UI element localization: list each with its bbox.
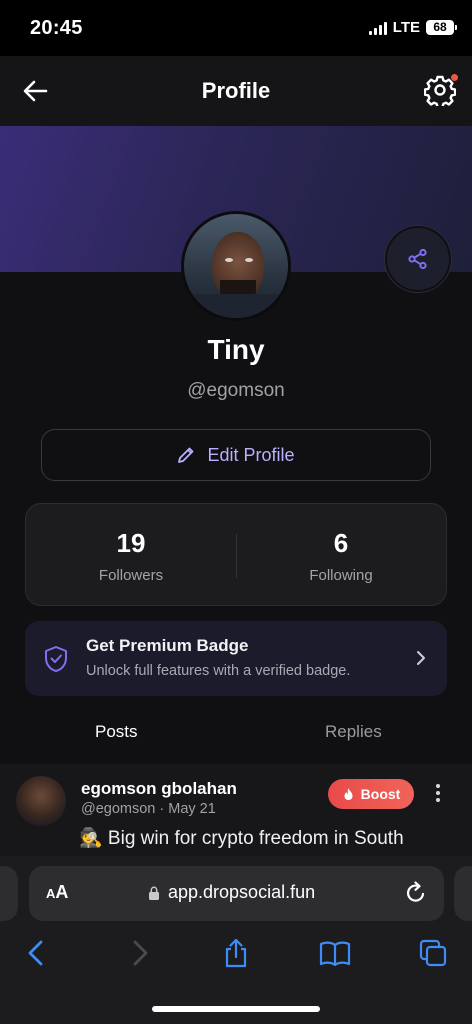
home-indicator[interactable]	[152, 1006, 320, 1012]
post-author[interactable]: egomson gbolahan	[81, 779, 237, 799]
post-avatar[interactable]	[16, 776, 66, 826]
battery-icon: 68	[426, 20, 457, 35]
premium-title: Get Premium Badge	[86, 636, 249, 655]
status-time: 20:45	[30, 17, 83, 39]
text-size-button[interactable]: AA	[46, 882, 68, 903]
profile-name: Tiny	[207, 334, 265, 365]
previous-tab-peek[interactable]	[0, 866, 18, 921]
lock-icon	[149, 886, 159, 900]
status-indicators: LTE 68	[368, 19, 457, 36]
reload-icon[interactable]	[404, 880, 428, 906]
shield-check-icon	[45, 646, 67, 672]
next-tab-peek[interactable]	[454, 866, 472, 921]
profile-tabs: Posts Replies	[0, 708, 472, 768]
back-chevron-icon[interactable]	[22, 938, 52, 968]
bookmarks-icon[interactable]	[319, 938, 351, 968]
following-label: Following	[309, 567, 373, 584]
following-stat[interactable]: 6 Following	[236, 504, 446, 605]
post-text: 🕵️ Big win for crypto freedom in South	[79, 828, 404, 849]
flame-icon	[344, 788, 353, 800]
post-meta: @egomson · May 21	[81, 801, 216, 817]
share-icon	[408, 248, 427, 270]
boost-button[interactable]: Boost	[328, 779, 414, 809]
notification-dot	[451, 74, 458, 81]
tab-replies[interactable]: Replies	[325, 722, 382, 742]
premium-badge-card[interactable]: Get Premium Badge Unlock full features w…	[25, 621, 447, 696]
share-up-icon[interactable]	[221, 938, 251, 968]
more-vertical-icon[interactable]	[432, 782, 444, 804]
browser-nav	[0, 934, 472, 974]
pencil-icon	[178, 447, 194, 463]
edit-profile-button[interactable]: Edit Profile	[41, 429, 431, 481]
premium-subtitle: Unlock full features with a verified bad…	[86, 663, 351, 679]
forward-chevron-icon[interactable]	[124, 938, 154, 968]
followers-stat[interactable]: 19 Followers	[26, 504, 236, 605]
url-text[interactable]: app.dropsocial.fun	[168, 882, 315, 903]
address-bar[interactable]: AA app.dropsocial.fun	[29, 866, 444, 921]
app-header: Profile	[0, 56, 472, 126]
boost-label: Boost	[360, 786, 401, 802]
followers-label: Followers	[98, 567, 164, 584]
browser-toolbar: AA app.dropsocial.fun	[0, 856, 472, 1024]
following-count: 6	[333, 528, 349, 558]
network-label: LTE	[392, 19, 420, 36]
followers-count: 19	[116, 528, 146, 558]
avatar[interactable]	[181, 211, 291, 321]
chevron-right-icon	[417, 651, 425, 665]
tabs-icon[interactable]	[418, 938, 448, 968]
post-item[interactable]: egomson gbolahan @egomson · May 21 Boost…	[0, 764, 472, 856]
signal-icon	[368, 21, 387, 35]
tab-posts[interactable]: Posts	[95, 722, 138, 742]
page-title: Profile	[201, 78, 271, 103]
status-bar: 20:45 LTE 68	[0, 0, 472, 56]
profile-content[interactable]: Tiny @egomson Edit Profile 19 Followers …	[0, 126, 472, 856]
stats-card: 19 Followers 6 Following	[25, 503, 447, 606]
share-button[interactable]	[385, 226, 451, 292]
edit-profile-label: Edit Profile	[207, 444, 295, 465]
profile-handle: @egomson	[187, 380, 285, 401]
